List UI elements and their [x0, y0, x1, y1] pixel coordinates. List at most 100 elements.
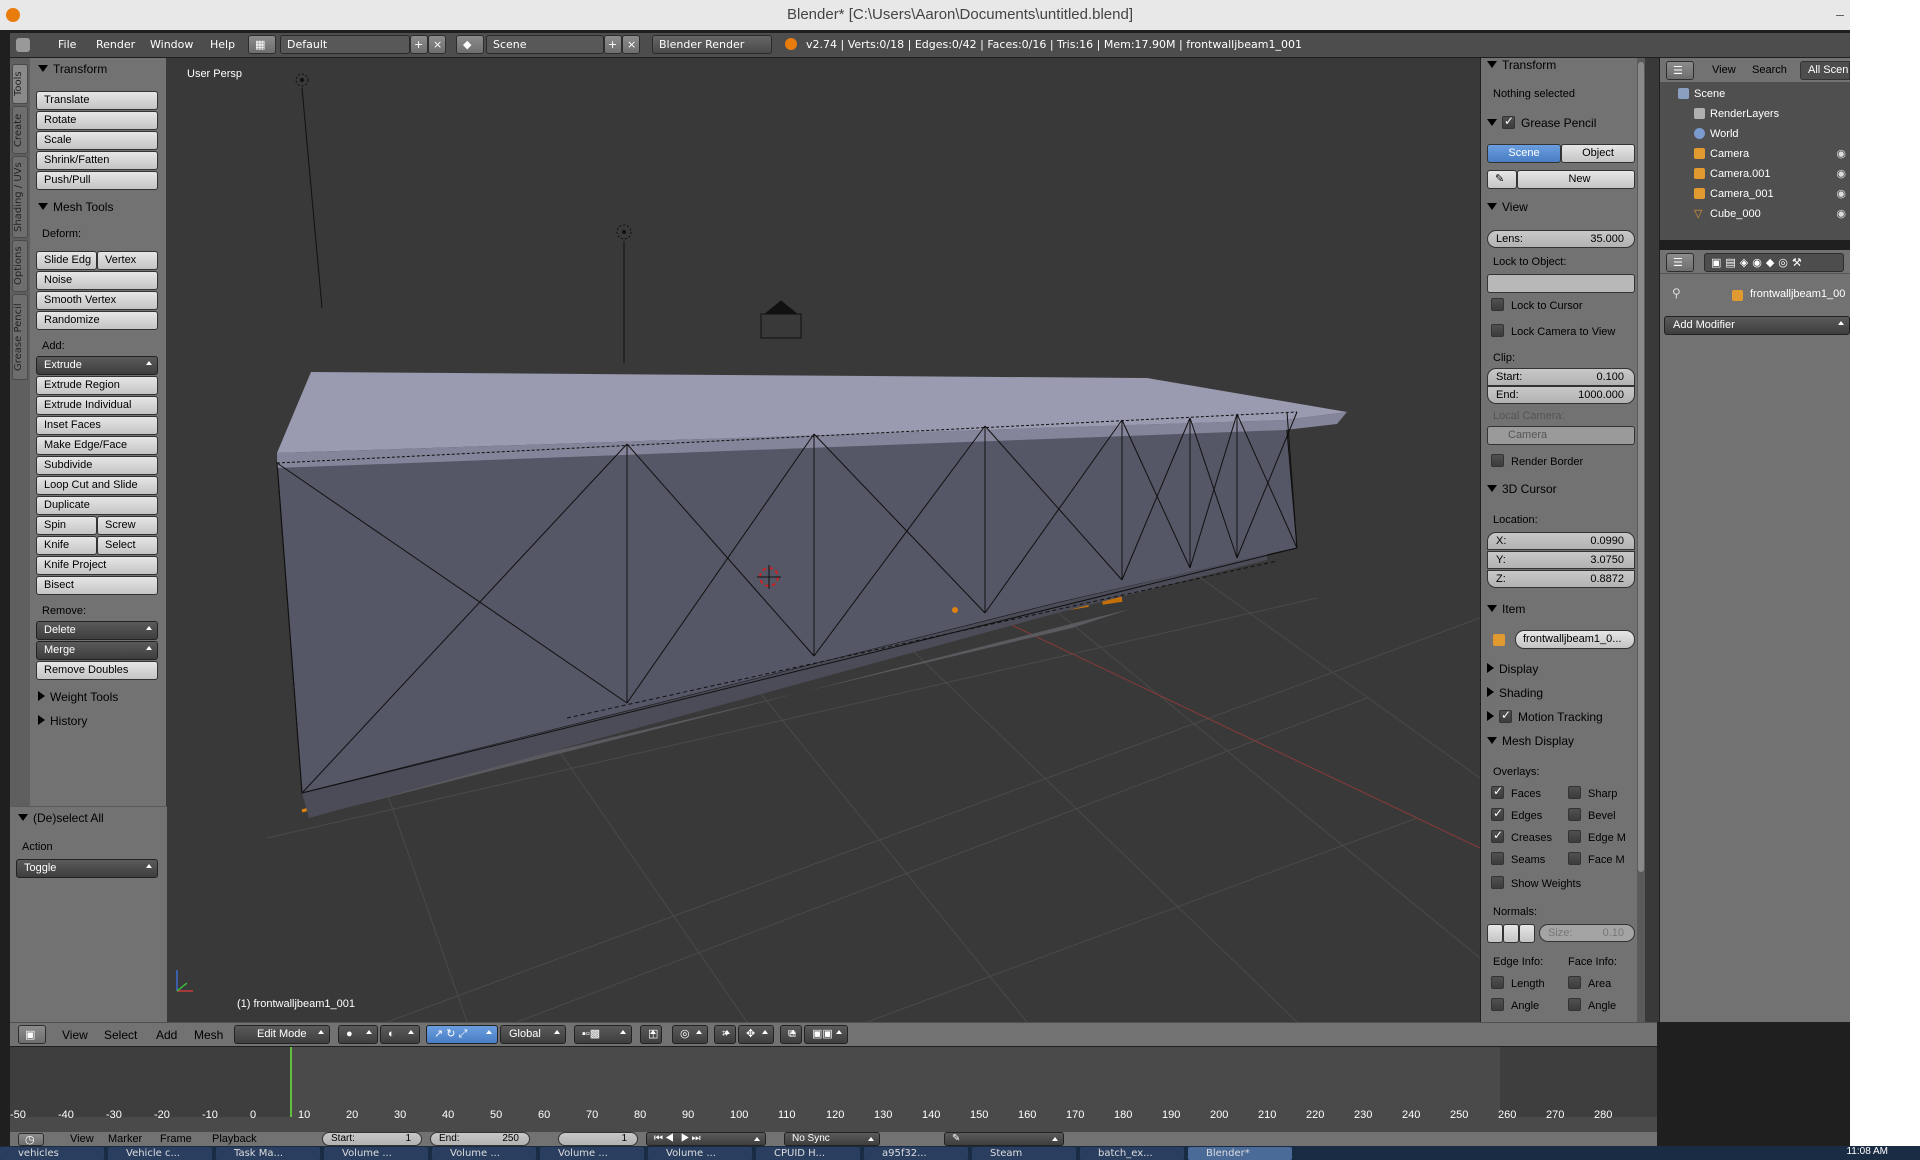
- inset-faces-button[interactable]: Inset Faces: [36, 416, 158, 435]
- snap-icon[interactable]: ⌗: [714, 1025, 736, 1044]
- current-frame-field[interactable]: 1: [558, 1132, 638, 1146]
- taskbar-item[interactable]: Volume ...: [324, 1147, 428, 1160]
- playback-controls[interactable]: ⏮◀ ▶⏭: [646, 1132, 766, 1146]
- normal-size-field[interactable]: Size: 0.10: [1539, 924, 1635, 942]
- creases-checkbox[interactable]: [1491, 828, 1504, 843]
- mode-select[interactable]: Edit Mode: [234, 1025, 330, 1044]
- taskbar-item[interactable]: Volume ...: [648, 1147, 752, 1160]
- extrude-dropdown[interactable]: Extrude: [36, 356, 158, 375]
- layout-close-icon[interactable]: ×: [428, 35, 446, 54]
- outliner-editor-icon[interactable]: ☰: [1666, 61, 1694, 80]
- taskbar-item[interactable]: vehicles: [0, 1147, 104, 1160]
- view-menu[interactable]: View: [62, 1028, 88, 1042]
- beam-front-face[interactable]: [276, 407, 1298, 794]
- taskbar-item[interactable]: batch_ex...: [1080, 1147, 1184, 1160]
- lock-object-field[interactable]: [1487, 274, 1635, 293]
- opengl-render-anim-icons[interactable]: ▣▣: [804, 1025, 848, 1044]
- length-checkbox[interactable]: [1491, 976, 1504, 989]
- motion-tracking-checkbox[interactable]: [1499, 708, 1512, 723]
- operator-panel-header[interactable]: (De)select All: [18, 811, 104, 825]
- clip-end-field[interactable]: End: 1000.000: [1487, 386, 1635, 404]
- edges-checkbox[interactable]: [1491, 806, 1504, 821]
- sharp-checkbox[interactable]: [1568, 786, 1581, 799]
- gp-new-button[interactable]: New: [1517, 170, 1635, 189]
- eye-icon[interactable]: ◉: [1836, 144, 1846, 164]
- delete-dropdown[interactable]: Delete: [36, 621, 158, 640]
- motion-tracking-header[interactable]: Motion Tracking: [1487, 708, 1603, 724]
- lock-camera-checkbox[interactable]: [1491, 324, 1504, 337]
- faces-checkbox[interactable]: [1491, 784, 1504, 799]
- face-normal-icon[interactable]: [1519, 924, 1535, 943]
- screw-button[interactable]: Screw: [97, 516, 158, 535]
- render-border-checkbox[interactable]: [1491, 454, 1504, 467]
- mesh-tools-panel-header[interactable]: Mesh Tools: [38, 200, 113, 214]
- tab-shading-uvs[interactable]: Shading / UVs: [12, 156, 28, 238]
- timeline-view-menu[interactable]: View: [70, 1133, 94, 1145]
- timeline-playback-menu[interactable]: Playback: [212, 1133, 257, 1145]
- translate-button[interactable]: Translate: [36, 91, 158, 110]
- randomize-button[interactable]: Randomize: [36, 311, 158, 330]
- spin-button[interactable]: Spin: [36, 516, 97, 535]
- eye-icon[interactable]: ◉: [1836, 184, 1846, 204]
- outliner-row-camera[interactable]: Camera ◉: [1660, 144, 1850, 164]
- loop-normal-icon[interactable]: [1503, 924, 1519, 943]
- taskbar-item[interactable]: Steam: [972, 1147, 1076, 1160]
- display-mode-select[interactable]: All Scen: [1800, 61, 1850, 80]
- gp-object-button[interactable]: Object: [1561, 144, 1635, 163]
- bisect-button[interactable]: Bisect: [36, 576, 158, 595]
- subdivide-button[interactable]: Subdivide: [36, 456, 158, 475]
- slide-edge-button[interactable]: Slide Edg: [36, 251, 97, 270]
- taskbar-item[interactable]: Volume ...: [432, 1147, 536, 1160]
- push-pull-button[interactable]: Push/Pull: [36, 171, 158, 190]
- end-frame-field[interactable]: End: 250: [430, 1132, 530, 1146]
- display-panel-header[interactable]: Display: [1487, 662, 1538, 676]
- smooth-vertex-button[interactable]: Smooth Vertex: [36, 291, 158, 310]
- grease-pencil-header[interactable]: Grease Pencil: [1487, 114, 1596, 130]
- show-weights-checkbox[interactable]: [1491, 876, 1504, 889]
- grease-pencil-checkbox[interactable]: [1502, 114, 1515, 129]
- local-camera-field[interactable]: Camera: [1487, 426, 1635, 445]
- scene-icon[interactable]: ◆: [456, 35, 484, 54]
- editor-type-icon[interactable]: ▣: [18, 1025, 46, 1044]
- duplicate-button[interactable]: Duplicate: [36, 496, 158, 515]
- cursor-x-field[interactable]: X: 0.0990: [1487, 532, 1635, 550]
- outliner-view-menu[interactable]: View: [1712, 64, 1736, 76]
- merge-dropdown[interactable]: Merge: [36, 641, 158, 660]
- edge-marks-checkbox[interactable]: [1568, 830, 1581, 843]
- sync-select[interactable]: No Sync: [784, 1132, 880, 1146]
- render-engine-select[interactable]: Blender Render: [652, 35, 772, 54]
- extrude-individual-button[interactable]: Extrude Individual: [36, 396, 158, 415]
- area-checkbox[interactable]: [1568, 976, 1581, 989]
- remove-doubles-button[interactable]: Remove Doubles: [36, 661, 158, 680]
- timeline-frame-menu[interactable]: Frame: [160, 1133, 192, 1145]
- viewport-scene[interactable]: [167, 58, 1480, 1022]
- properties-editor-icon[interactable]: ☰: [1666, 253, 1694, 272]
- n-transform-header[interactable]: Transform: [1487, 58, 1556, 72]
- weight-tools-panel-header[interactable]: Weight Tools: [38, 690, 118, 704]
- cursor-y-field[interactable]: Y: 3.0750: [1487, 551, 1635, 569]
- outliner-row-cube-000[interactable]: ▽ Cube_000 ◉: [1660, 204, 1850, 224]
- eye-icon[interactable]: ◉: [1836, 204, 1846, 224]
- outliner-row-camera-001b[interactable]: Camera_001 ◉: [1660, 184, 1850, 204]
- opengl-render-icon[interactable]: ⧉: [780, 1025, 802, 1044]
- select-menu[interactable]: Select: [104, 1028, 137, 1042]
- lens-field[interactable]: Lens: 35.000: [1487, 230, 1635, 248]
- taskbar-item[interactable]: Task Ma...: [216, 1147, 320, 1160]
- start-frame-field[interactable]: Start: 1: [322, 1132, 422, 1146]
- layout-add-icon[interactable]: +: [410, 35, 428, 54]
- select-mode-toggles[interactable]: ▪▫▩: [574, 1025, 632, 1044]
- shrink-fatten-button[interactable]: Shrink/Fatten: [36, 151, 158, 170]
- bevel-checkbox[interactable]: [1568, 808, 1581, 821]
- vertex-normal-icon[interactable]: [1487, 924, 1503, 943]
- 3d-cursor-header[interactable]: 3D Cursor: [1487, 482, 1557, 496]
- angle-edge-checkbox[interactable]: [1491, 998, 1504, 1011]
- properties-context-tabs[interactable]: ▣▤◈◉◆◎⚒: [1704, 253, 1844, 272]
- pencil-icon[interactable]: ✎: [1487, 170, 1517, 189]
- editor-type-icon[interactable]: [16, 38, 30, 52]
- history-panel-header[interactable]: History: [38, 714, 87, 728]
- layout-icon[interactable]: ▦: [248, 35, 276, 54]
- make-edge-face-button[interactable]: Make Edge/Face: [36, 436, 158, 455]
- outliner-row-world[interactable]: World: [1660, 124, 1850, 144]
- taskbar-item[interactable]: Volume ...: [540, 1147, 644, 1160]
- pivot-select[interactable]: ◐: [380, 1025, 420, 1044]
